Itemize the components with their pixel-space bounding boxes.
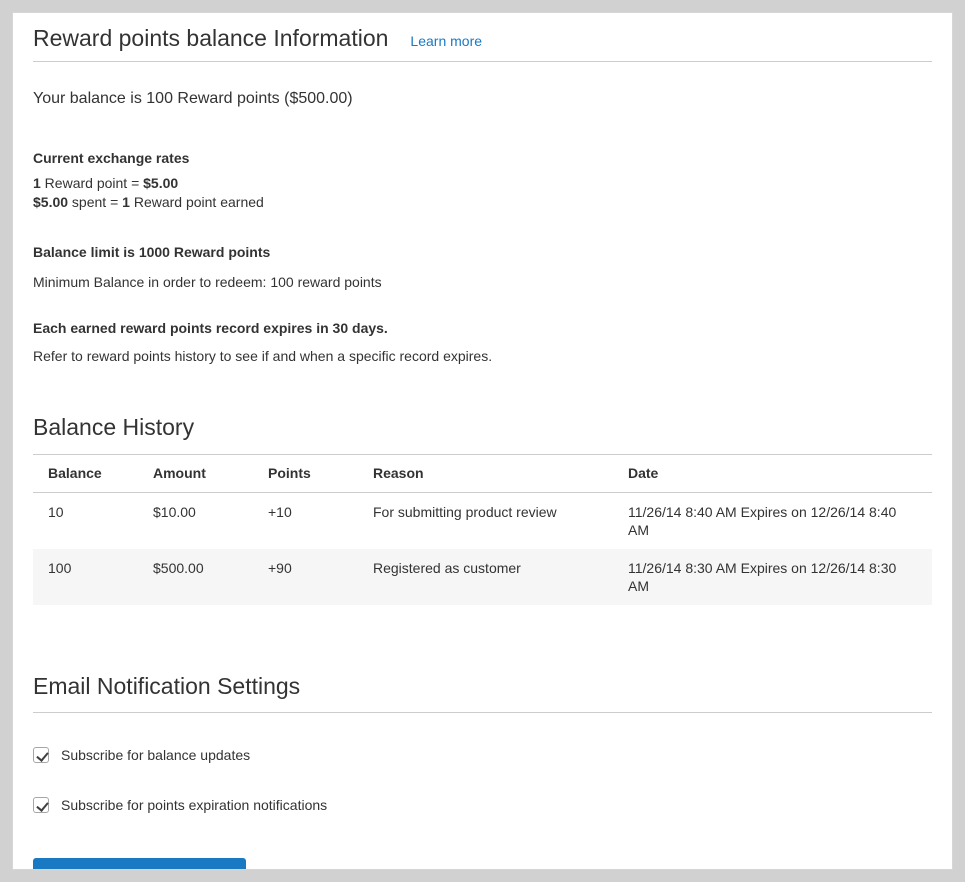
learn-more-link[interactable]: Learn more [410, 33, 482, 49]
subscribe-balance-option[interactable]: Subscribe for balance updates [33, 746, 250, 764]
subscribe-expiration-label: Subscribe for points expiration notifica… [61, 796, 327, 814]
table-row: 10$10.00+10For submitting product review… [33, 493, 932, 550]
balance-summary: Your balance is 100 Reward points ($500.… [33, 88, 932, 110]
subscribe-balance-row: Subscribe for balance updates [33, 746, 932, 768]
text-segment: $5.00 [33, 194, 68, 210]
table-cell: 10 [33, 493, 138, 550]
subscribe-balance-label: Subscribe for balance updates [61, 746, 250, 764]
text-segment: 1 [33, 175, 41, 191]
table-cell: Registered as customer [358, 549, 613, 605]
table-cell: $10.00 [138, 493, 253, 550]
exchange-rate-line-earn: 1 Reward point = $5.00 [33, 174, 932, 193]
table-header-row: Balance Amount Points Reason Date [33, 455, 932, 493]
text-segment: Reward point earned [130, 194, 264, 210]
minimum-balance-note: Minimum Balance in order to redeem: 100 … [33, 272, 932, 292]
email-settings-title: Email Notification Settings [33, 673, 932, 713]
balance-limit-note: Balance limit is 1000 Reward points [33, 242, 932, 262]
page-title: Reward points balance Information [33, 25, 388, 51]
page-header: Reward points balance Information Learn … [33, 25, 932, 62]
text-segment: $5.00 [143, 175, 178, 191]
column-header-date: Date [613, 455, 932, 493]
column-header-reason: Reason [358, 455, 613, 493]
text-segment: spent = [68, 194, 122, 210]
page-frame: Reward points balance Information Learn … [0, 0, 965, 882]
table-cell: +10 [253, 493, 358, 550]
balance-history-title: Balance History [33, 414, 932, 440]
column-header-balance: Balance [33, 455, 138, 493]
balance-history-table: Balance Amount Points Reason Date 10$10.… [33, 454, 932, 605]
balance-history-header: Balance Amount Points Reason Date [33, 455, 932, 493]
table-cell: 11/26/14 8:30 AM Expires on 12/26/14 8:3… [613, 549, 932, 605]
table-cell: +90 [253, 549, 358, 605]
expiration-note: Refer to reward points history to see if… [33, 346, 932, 366]
reward-points-card: Reward points balance Information Learn … [12, 12, 953, 870]
table-cell: $500.00 [138, 549, 253, 605]
table-cell: 11/26/14 8:40 AM Expires on 12/26/14 8:4… [613, 493, 932, 550]
expiration-bold-note: Each earned reward points record expires… [33, 318, 932, 338]
table-cell: For submitting product review [358, 493, 613, 550]
save-subscription-settings-button[interactable]: Save Subscription Settings [33, 858, 246, 870]
column-header-amount: Amount [138, 455, 253, 493]
balance-history-body: 10$10.00+10For submitting product review… [33, 493, 932, 606]
column-header-points: Points [253, 455, 358, 493]
table-row: 100$500.00+90Registered as customer11/26… [33, 549, 932, 605]
table-cell: 100 [33, 549, 138, 605]
exchange-rates: 1 Reward point = $5.00 $5.00 spent = 1 R… [33, 174, 932, 212]
subscribe-expiration-checkbox[interactable] [33, 797, 49, 813]
subscribe-expiration-option[interactable]: Subscribe for points expiration notifica… [33, 796, 327, 814]
subscribe-expiration-row: Subscribe for points expiration notifica… [33, 796, 932, 818]
text-segment: 1 [122, 194, 130, 210]
subscribe-balance-checkbox[interactable] [33, 747, 49, 763]
exchange-rate-line-spend: $5.00 spent = 1 Reward point earned [33, 193, 932, 212]
exchange-rates-heading: Current exchange rates [33, 148, 932, 168]
text-segment: Reward point = [41, 175, 143, 191]
